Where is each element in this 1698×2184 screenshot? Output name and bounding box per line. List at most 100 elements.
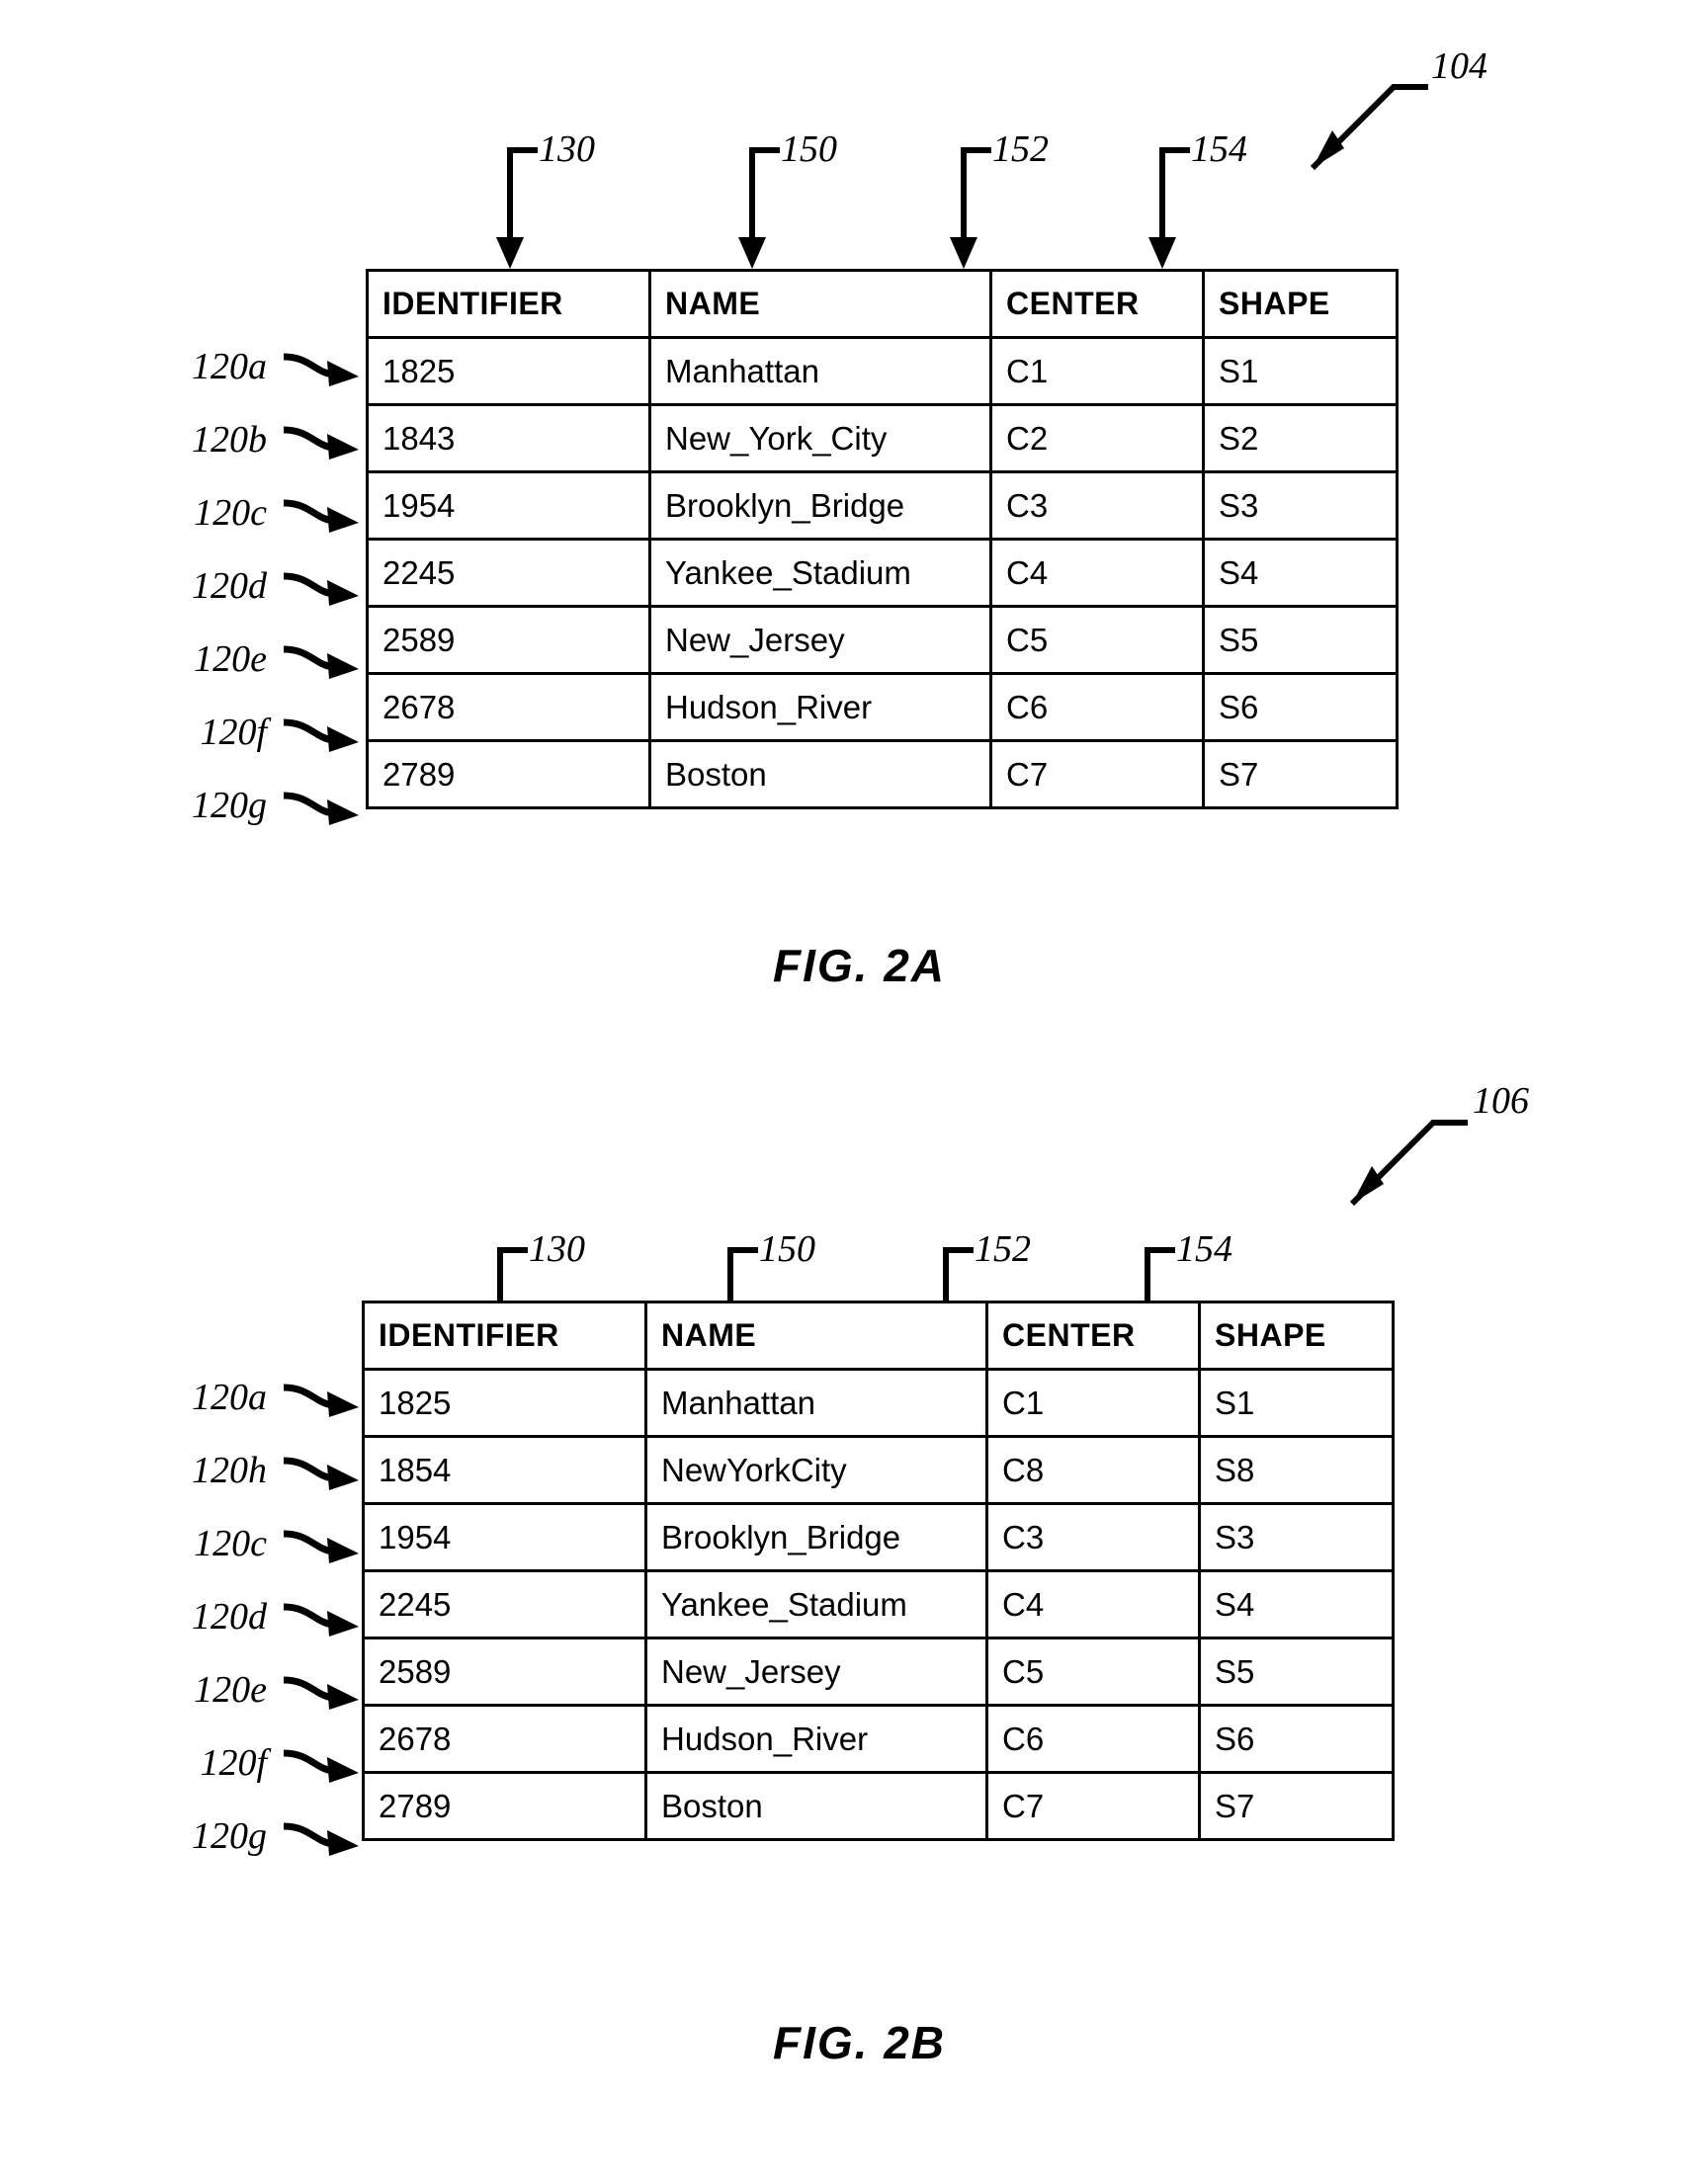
table-row: 2245 Yankee_Stadium C4 S4 xyxy=(366,538,1399,608)
reference-numeral-120b-a: 120b xyxy=(192,419,267,461)
cell-center: C5 xyxy=(985,1637,1201,1707)
cell-shape: S7 xyxy=(1202,739,1399,809)
column-header-center: CENTER xyxy=(985,1301,1201,1371)
leader-arrow-120g-b xyxy=(283,1822,359,1856)
leader-line-106 xyxy=(1349,1120,1468,1207)
cell-name: Brooklyn_Bridge xyxy=(644,1502,988,1572)
cell-center: C3 xyxy=(989,470,1205,541)
cell-name: New_Jersey xyxy=(648,605,992,675)
cell-shape: S5 xyxy=(1202,605,1399,675)
cell-name: New_York_City xyxy=(648,403,992,473)
figure-caption-2a: FIG. 2A xyxy=(773,940,947,991)
table-row: 1825 Manhattan C1 S1 xyxy=(366,336,1399,406)
cell-identifier: 1854 xyxy=(362,1435,647,1505)
cell-name: Yankee_Stadium xyxy=(648,538,992,608)
reference-numeral-120a-b: 120a xyxy=(192,1377,267,1418)
leader-line-154-a xyxy=(1148,147,1190,269)
reference-numeral-120a-a: 120a xyxy=(192,346,267,387)
cell-center: C1 xyxy=(989,336,1205,406)
table-row: 2789 Boston C7 S7 xyxy=(366,739,1399,809)
cell-shape: S5 xyxy=(1198,1637,1395,1707)
cell-identifier: 2589 xyxy=(366,605,651,675)
cell-shape: S6 xyxy=(1198,1704,1395,1774)
cell-shape: S3 xyxy=(1198,1502,1395,1572)
reference-numeral-120d-b: 120d xyxy=(192,1596,267,1638)
table-header-row: IDENTIFIER NAME CENTER SHAPE xyxy=(362,1301,1395,1371)
cell-center: C7 xyxy=(989,739,1205,809)
table-row: 1825 Manhattan C1 S1 xyxy=(362,1368,1395,1438)
column-header-identifier: IDENTIFIER xyxy=(362,1301,647,1371)
cell-name: Boston xyxy=(648,739,992,809)
table-row: 1843 New_York_City C2 S2 xyxy=(366,403,1399,473)
cell-shape: S3 xyxy=(1202,470,1399,541)
table-row: 1954 Brooklyn_Bridge C3 S3 xyxy=(362,1502,1395,1572)
reference-numeral-120c-b: 120c xyxy=(194,1523,267,1564)
cell-shape: S7 xyxy=(1198,1771,1395,1841)
leader-arrow-120c-b xyxy=(283,1530,359,1563)
database-table-104: IDENTIFIER NAME CENTER SHAPE 1825 Manhat… xyxy=(366,269,1399,809)
cell-shape: S6 xyxy=(1202,672,1399,742)
column-header-center: CENTER xyxy=(989,269,1205,339)
cell-center: C7 xyxy=(985,1771,1201,1841)
table-row: 2678 Hudson_River C6 S6 xyxy=(362,1704,1395,1774)
reference-numeral-120e-a: 120e xyxy=(194,638,267,680)
leader-arrow-120f-b xyxy=(283,1749,359,1783)
column-header-name: NAME xyxy=(644,1301,988,1371)
cell-identifier: 2678 xyxy=(366,672,651,742)
reference-numeral-120f-a: 120f xyxy=(200,712,267,753)
cell-center: C6 xyxy=(985,1704,1201,1774)
leader-arrow-120e-b xyxy=(283,1676,359,1710)
cell-center: C3 xyxy=(985,1502,1201,1572)
table-row: 2678 Hudson_River C6 S6 xyxy=(366,672,1399,742)
cell-name: Manhattan xyxy=(648,336,992,406)
column-header-name: NAME xyxy=(648,269,992,339)
cell-shape: S1 xyxy=(1198,1368,1395,1438)
cell-identifier: 1825 xyxy=(366,336,651,406)
cell-name: Manhattan xyxy=(644,1368,988,1438)
reference-numeral-120f-b: 120f xyxy=(200,1742,267,1784)
cell-shape: S4 xyxy=(1198,1569,1395,1639)
cell-identifier: 2245 xyxy=(362,1569,647,1639)
reference-numeral-120d-a: 120d xyxy=(192,565,267,607)
cell-identifier: 1843 xyxy=(366,403,651,473)
cell-name: Boston xyxy=(644,1771,988,1841)
cell-name: Brooklyn_Bridge xyxy=(648,470,992,541)
table-row: 1854 NewYorkCity C8 S8 xyxy=(362,1435,1395,1505)
table-header-row: IDENTIFIER NAME CENTER SHAPE xyxy=(366,269,1399,339)
leader-line-104 xyxy=(1310,84,1428,171)
table-row: 2589 New_Jersey C5 S5 xyxy=(362,1637,1395,1707)
reference-numeral-120c-a: 120c xyxy=(194,492,267,534)
cell-shape: S2 xyxy=(1202,403,1399,473)
leader-arrow-120a-b xyxy=(283,1384,359,1417)
cell-center: C8 xyxy=(985,1435,1201,1505)
cell-center: C6 xyxy=(989,672,1205,742)
leader-arrow-120g-a xyxy=(283,792,359,825)
reference-numeral-120h-b: 120h xyxy=(192,1450,267,1491)
cell-center: C1 xyxy=(985,1368,1201,1438)
reference-numeral-120g-b: 120g xyxy=(192,1815,267,1857)
leader-line-152-a xyxy=(950,147,991,269)
cell-name: New_Jersey xyxy=(644,1637,988,1707)
cell-identifier: 1954 xyxy=(362,1502,647,1572)
cell-name: Yankee_Stadium xyxy=(644,1569,988,1639)
column-header-shape: SHAPE xyxy=(1202,269,1399,339)
table-row: 2589 New_Jersey C5 S5 xyxy=(366,605,1399,675)
cell-name: NewYorkCity xyxy=(644,1435,988,1505)
cell-center: C4 xyxy=(989,538,1205,608)
table-row: 2245 Yankee_Stadium C4 S4 xyxy=(362,1569,1395,1639)
database-table-106: IDENTIFIER NAME CENTER SHAPE 1825 Manhat… xyxy=(362,1301,1395,1841)
cell-name: Hudson_River xyxy=(648,672,992,742)
cell-center: C2 xyxy=(989,403,1205,473)
cell-identifier: 2789 xyxy=(362,1771,647,1841)
column-header-identifier: IDENTIFIER xyxy=(366,269,651,339)
column-header-shape: SHAPE xyxy=(1198,1301,1395,1371)
table-row: 2789 Boston C7 S7 xyxy=(362,1771,1395,1841)
leader-line-150-a xyxy=(738,147,780,269)
leader-arrow-120d-b xyxy=(283,1603,359,1637)
cell-center: C5 xyxy=(989,605,1205,675)
table-row: 1954 Brooklyn_Bridge C3 S3 xyxy=(366,470,1399,541)
cell-shape: S8 xyxy=(1198,1435,1395,1505)
figure-caption-2b: FIG. 2B xyxy=(773,2017,947,2068)
cell-identifier: 1825 xyxy=(362,1368,647,1438)
reference-numeral-120g-a: 120g xyxy=(192,785,267,826)
